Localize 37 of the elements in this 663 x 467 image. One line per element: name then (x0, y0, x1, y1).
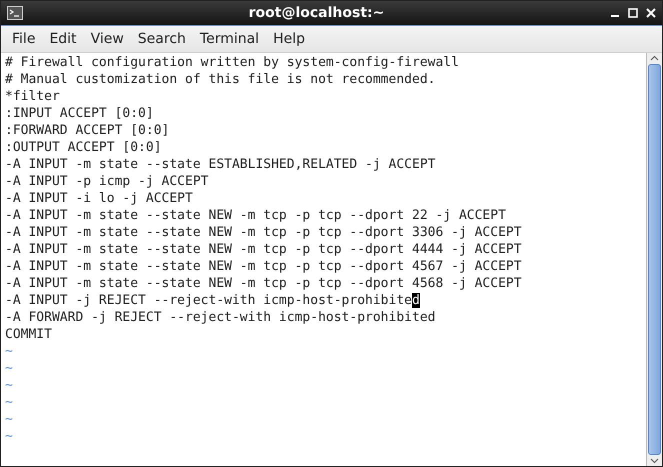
terminal-line: # Manual customization of this file is not recommended. (5, 71, 436, 88)
terminal-line: -A INPUT -i lo -j ACCEPT (5, 190, 193, 207)
menu-item[interactable]: File (5, 28, 42, 50)
empty-line-marker: ~ (5, 343, 13, 360)
maximize-icon[interactable] (628, 8, 638, 18)
terminal-line: *filter (5, 88, 60, 105)
empty-line-marker: ~ (5, 360, 13, 377)
menu-item[interactable]: Help (266, 28, 312, 50)
terminal-line: -A INPUT -m state --state NEW -m tcp -p tcp --dport 4444 -j ACCEPT (5, 241, 522, 258)
empty-line-marker: ~ (5, 394, 13, 411)
empty-line-marker: ~ (5, 411, 13, 428)
scrollbar-thumb[interactable] (648, 64, 661, 455)
scrollbar[interactable] (646, 53, 662, 466)
scroll-up-icon[interactable] (650, 54, 659, 63)
terminal-line: -A INPUT -m state --state NEW -m tcp -p tcp --dport 22 -j ACCEPT (5, 207, 506, 224)
terminal-line: :INPUT ACCEPT [0:0] (5, 105, 154, 122)
terminal-line: -A INPUT -j REJECT --reject-with icmp-host-prohibited (5, 292, 420, 309)
close-icon[interactable] (646, 8, 656, 18)
terminal-line: -A FORWARD -j REJECT --reject-with icmp-host-prohibited (5, 309, 436, 326)
terminal-line: -A INPUT -m state --state NEW -m tcp -p tcp --dport 4568 -j ACCEPT (5, 275, 522, 292)
menu-item[interactable]: Search (130, 28, 193, 50)
terminal-line: :FORWARD ACCEPT [0:0] (5, 122, 170, 139)
terminal-icon (7, 6, 23, 20)
menu-item[interactable]: View (84, 28, 131, 50)
terminal-line: -A INPUT -m state --state ESTABLISHED,RELATED -j ACCEPT (5, 156, 436, 173)
window-title: root@localhost:~ (248, 5, 386, 21)
empty-line-marker: ~ (5, 377, 13, 394)
terminal-line: # Firewall configuration written by system-config-firewall (5, 54, 459, 71)
terminal-line: -A INPUT -m state --state NEW -m tcp -p tcp --dport 4567 -j ACCEPT (5, 258, 522, 275)
empty-line-marker: ~ (5, 428, 13, 445)
terminal-line: -A INPUT -p icmp -j ACCEPT (5, 173, 208, 190)
terminal-line: -A INPUT -m state --state NEW -m tcp -p tcp --dport 3306 -j ACCEPT (5, 224, 522, 241)
scroll-down-icon[interactable] (650, 456, 659, 465)
menu-item[interactable]: Edit (42, 28, 84, 50)
menu-item[interactable]: Terminal (192, 28, 266, 50)
terminal-line: COMMIT (5, 326, 52, 343)
terminal-line: :OUTPUT ACCEPT [0:0] (5, 139, 162, 156)
